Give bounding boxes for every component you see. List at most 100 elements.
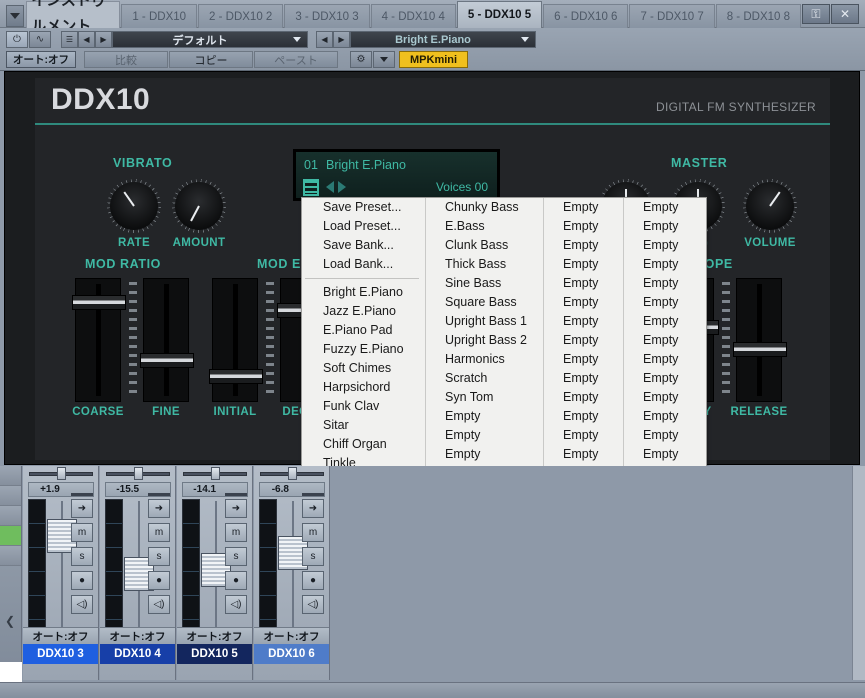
menu-item-preset[interactable]: Chunky Bass <box>426 198 543 217</box>
paste-button[interactable]: ペースト <box>254 51 338 68</box>
preset-prev-button[interactable]: ◀ <box>316 31 333 48</box>
menu-item-preset[interactable]: Bright E.Piano <box>302 283 425 302</box>
menu-item-preset[interactable]: Empty <box>624 217 706 236</box>
solo-button[interactable]: s <box>71 547 93 566</box>
menu-item-preset[interactable]: Empty <box>624 255 706 274</box>
gear-icon[interactable]: ⚙ <box>350 51 372 68</box>
compare-button[interactable]: 比較 <box>84 51 168 68</box>
menu-item-preset[interactable]: Empty <box>544 312 623 331</box>
tab-7[interactable]: 7 - DDX10 7 <box>629 4 715 28</box>
menu-item-preset[interactable]: Sine Bass <box>426 274 543 293</box>
listen-button[interactable]: ◁) <box>225 595 247 614</box>
rail-cell[interactable] <box>0 466 21 486</box>
menu-item-preset[interactable]: Empty <box>624 445 706 464</box>
menu-item-preset[interactable]: Harpsichord <box>302 378 425 397</box>
mixer-scrollbar[interactable] <box>852 466 865 680</box>
menu-item-preset[interactable]: Square Bass <box>426 293 543 312</box>
menu-item-preset[interactable]: Syn Tom <box>426 388 543 407</box>
rail-cell-active[interactable] <box>0 526 21 546</box>
record-button[interactable]: ● <box>71 571 93 590</box>
program-name-field[interactable]: デフォルト <box>112 31 308 48</box>
route-button[interactable]: ➜ <box>148 499 170 518</box>
menu-item-preset[interactable]: Empty <box>544 445 623 464</box>
knob-vibrato-amount[interactable] <box>172 179 226 233</box>
mute-button[interactable]: m <box>148 523 170 542</box>
tab-8[interactable]: 8 - DDX10 8 <box>715 4 801 28</box>
automation-mode-button[interactable]: オート:オフ <box>6 51 76 68</box>
pan-slider-handle[interactable] <box>211 467 220 480</box>
solo-button[interactable]: s <box>148 547 170 566</box>
program-next-button[interactable]: ▶ <box>95 31 112 48</box>
slider-initial[interactable] <box>209 278 263 402</box>
program-prev-button[interactable]: ◀ <box>78 31 95 48</box>
menu-item-file[interactable]: Save Bank... <box>302 236 425 255</box>
menu-item-preset[interactable]: Clunk Bass <box>426 236 543 255</box>
menu-item-preset[interactable]: Soft Chimes <box>302 359 425 378</box>
menu-item-preset[interactable]: Empty <box>624 388 706 407</box>
midi-device-badge[interactable]: MPKmini <box>399 51 469 68</box>
menu-item-preset[interactable]: Empty <box>426 426 543 445</box>
menu-item-preset[interactable]: Empty <box>544 369 623 388</box>
rail-cell[interactable] <box>0 506 21 526</box>
strip-automation-label[interactable]: オート:オフ <box>23 627 98 644</box>
record-button[interactable]: ● <box>302 571 324 590</box>
program-list-button[interactable]: ☰ <box>61 31 78 48</box>
triangle-right-icon[interactable] <box>338 181 346 193</box>
pan-slider-handle[interactable] <box>288 467 297 480</box>
menu-item-preset[interactable]: Empty <box>544 274 623 293</box>
slider-fine[interactable] <box>140 278 194 402</box>
route-button[interactable]: ➜ <box>71 499 93 518</box>
strip-name[interactable]: DDX10 4 <box>100 644 175 664</box>
menu-item-preset[interactable]: Empty <box>624 426 706 445</box>
listen-button[interactable]: ◁) <box>302 595 324 614</box>
menu-item-preset[interactable]: Empty <box>544 217 623 236</box>
tab-4[interactable]: 4 - DDX10 4 <box>370 4 456 28</box>
listen-button[interactable]: ◁) <box>148 595 170 614</box>
route-button[interactable]: ➜ <box>302 499 324 518</box>
menu-item-file[interactable]: Load Preset... <box>302 217 425 236</box>
fader-track[interactable] <box>284 499 302 647</box>
menu-item-preset[interactable]: Funk Clav <box>302 397 425 416</box>
menu-item-preset[interactable]: Empty <box>624 350 706 369</box>
tab-1[interactable]: 1 - DDX10 <box>121 4 198 28</box>
record-button[interactable]: ● <box>148 571 170 590</box>
menu-item-preset[interactable]: E.Bass <box>426 217 543 236</box>
knob-master-volume[interactable] <box>743 179 797 233</box>
slider-handle[interactable] <box>209 369 263 384</box>
menu-item-preset[interactable]: Empty <box>624 293 706 312</box>
solo-button[interactable]: s <box>302 547 324 566</box>
strip-automation-label[interactable]: オート:オフ <box>177 627 252 644</box>
slider-coarse[interactable] <box>72 278 126 402</box>
menu-item-preset[interactable]: Empty <box>624 198 706 217</box>
menu-item-preset[interactable]: Fuzzy E.Piano <box>302 340 425 359</box>
menu-item-preset[interactable]: Harmonics <box>426 350 543 369</box>
menu-item-preset[interactable]: Scratch <box>426 369 543 388</box>
preset-name-field[interactable]: Bright E.Piano <box>350 31 536 48</box>
menu-item-preset[interactable]: Empty <box>544 331 623 350</box>
menu-item-preset[interactable]: Thick Bass <box>426 255 543 274</box>
slider-handle[interactable] <box>733 342 787 357</box>
strip-name[interactable]: DDX10 3 <box>23 644 98 664</box>
menu-item-preset[interactable]: Empty <box>426 445 543 464</box>
menu-item-preset[interactable]: E.Piano Pad <box>302 321 425 340</box>
menu-item-file[interactable]: Save Preset... <box>302 198 425 217</box>
menu-item-preset[interactable]: Empty <box>624 274 706 293</box>
menu-item-preset[interactable]: Empty <box>426 407 543 426</box>
preset-lcd-display[interactable]: 01 Bright E.Piano Voices 00 <box>293 149 500 201</box>
instrument-menu-button[interactable] <box>6 5 25 27</box>
tab-5[interactable]: 5 - DDX10 5 <box>456 1 543 28</box>
strip-automation-label[interactable]: オート:オフ <box>100 627 175 644</box>
listen-button[interactable]: ◁) <box>71 595 93 614</box>
record-button[interactable]: ● <box>225 571 247 590</box>
rail-cell[interactable] <box>0 546 21 566</box>
menu-item-preset[interactable]: Upright Bass 2 <box>426 331 543 350</box>
menu-item-preset[interactable]: Empty <box>624 331 706 350</box>
solo-button[interactable]: s <box>225 547 247 566</box>
pin-icon[interactable]: ⚿ <box>802 4 830 24</box>
mute-button[interactable]: m <box>71 523 93 542</box>
slider-handle[interactable] <box>72 295 126 310</box>
midi-menu-button[interactable] <box>373 51 395 68</box>
pan-slider-handle[interactable] <box>57 467 66 480</box>
menu-item-preset[interactable]: Empty <box>544 236 623 255</box>
menu-item-preset[interactable]: Empty <box>544 198 623 217</box>
